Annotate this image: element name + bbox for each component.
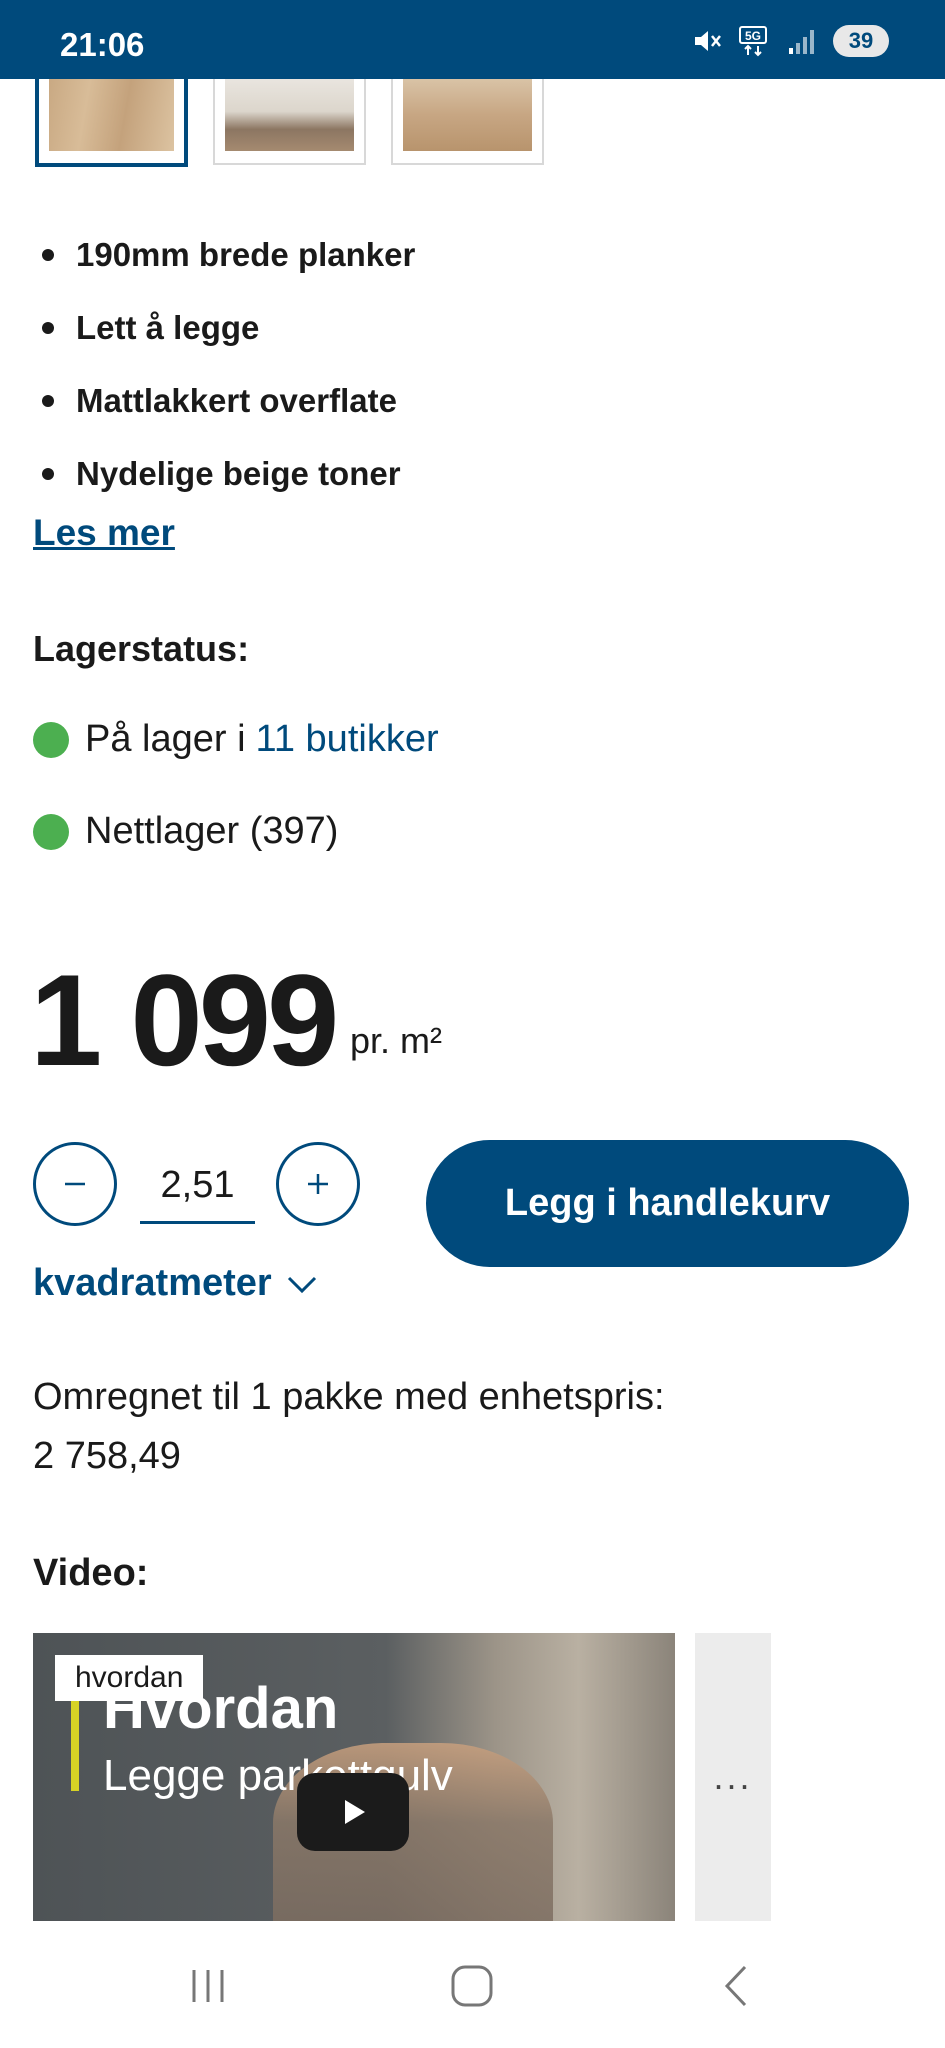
5g-icon: 5G — [739, 26, 767, 57]
bullet-icon — [42, 248, 54, 261]
price: 1 099 — [30, 947, 339, 1093]
play-icon — [345, 1800, 365, 1824]
converted-value: 2 758,49 — [33, 1435, 181, 1477]
battery-indicator: 39 — [833, 25, 889, 57]
bullet-icon — [42, 321, 54, 334]
feature-list: 190mm brede planker Lett å legge Mattlak… — [42, 218, 415, 510]
status-icons: 5G 39 — [689, 24, 889, 58]
status-time: 21:06 — [60, 26, 145, 63]
mute-icon — [695, 31, 721, 51]
video-tag: hvordan — [55, 1655, 204, 1701]
video-accent-bar — [71, 1691, 79, 1791]
list-item: 190mm brede planker — [42, 218, 415, 291]
status-bar: 21:06 5G 39 — [0, 0, 945, 79]
increase-quantity-button[interactable] — [276, 1142, 360, 1226]
quantity-input[interactable]: 2,51 — [140, 1150, 255, 1224]
add-to-cart-button[interactable]: Legg i handlekurv — [426, 1140, 909, 1267]
list-item: Lett å legge — [42, 291, 415, 364]
image-thumbnails — [35, 79, 544, 167]
thumb-floor[interactable] — [391, 79, 544, 165]
minus-icon — [65, 1182, 85, 1186]
decrease-quantity-button[interactable] — [33, 1142, 117, 1226]
in-stock-icon — [33, 813, 69, 850]
store-stock-link[interactable]: 11 butikker — [256, 718, 439, 761]
converted-label: Omregnet til 1 pakke med enhetspris: — [33, 1376, 665, 1418]
video-section-title: Video: — [33, 1552, 149, 1594]
plus-icon — [308, 1174, 328, 1194]
read-more-link[interactable]: Les mer — [33, 512, 175, 554]
signal-icon — [789, 30, 814, 54]
stock-title: Lagerstatus: — [33, 628, 250, 669]
bullet-icon — [42, 467, 54, 480]
system-nav-bar — [0, 1921, 945, 2048]
store-stock: På lager i 11 butikker — [33, 718, 439, 761]
home-button[interactable] — [442, 1961, 502, 2011]
thumb-living-room[interactable] — [213, 79, 366, 165]
back-button[interactable] — [706, 1961, 766, 2011]
home-icon — [451, 1965, 493, 2007]
list-item: Nydelige beige toner — [42, 437, 415, 510]
recent-apps-button[interactable] — [178, 1961, 238, 2011]
more-videos-button[interactable]: ... — [695, 1633, 771, 1921]
list-item: Mattlakkert overflate — [42, 364, 415, 437]
price-unit: pr. m² — [350, 1020, 443, 1061]
online-stock: Nettlager (397) — [33, 810, 338, 853]
back-icon — [724, 1965, 747, 2007]
unit-dropdown[interactable]: kvadratmeter — [33, 1262, 318, 1305]
thumb-oak-plank[interactable] — [35, 79, 188, 167]
video-player[interactable]: Hvordan Legge parkettgulv hvordan — [33, 1633, 675, 1921]
recent-apps-icon — [192, 1970, 224, 2002]
chevron-down-icon — [287, 1276, 316, 1293]
in-stock-icon — [33, 721, 69, 758]
converted-price: Omregnet til 1 pakke med enhetspris: 2 7… — [33, 1368, 665, 1486]
play-button[interactable] — [297, 1773, 409, 1851]
bullet-icon — [42, 394, 54, 407]
unit-label: kvadratmeter — [33, 1262, 272, 1304]
svg-text:5G: 5G — [745, 29, 761, 43]
